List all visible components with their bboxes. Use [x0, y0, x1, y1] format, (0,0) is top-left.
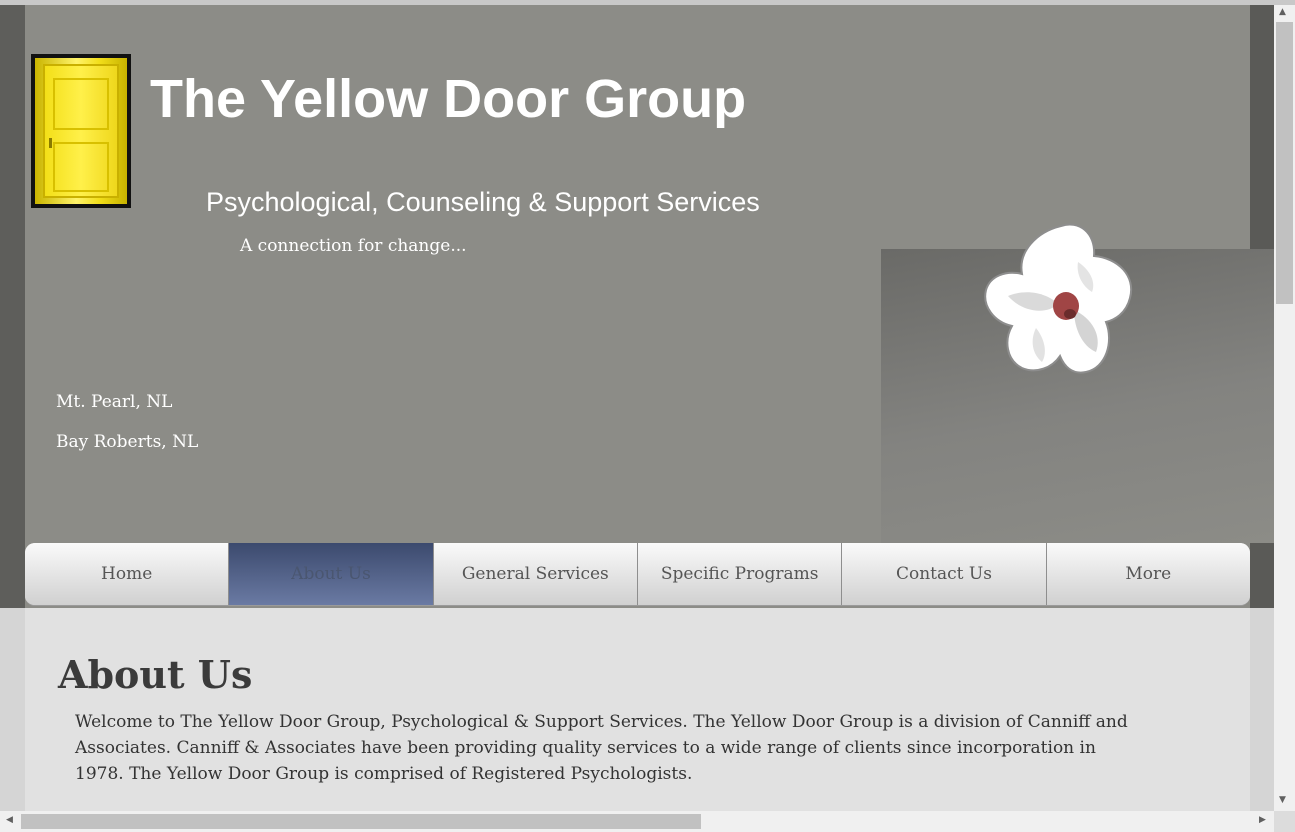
nav-about-us[interactable]: About Us [229, 543, 434, 605]
about-paragraph: Welcome to The Yellow Door Group, Psycho… [75, 712, 1128, 784]
arrow-left-icon[interactable]: ◀ [6, 815, 13, 825]
door-frame [35, 58, 127, 204]
door-knob [49, 138, 52, 148]
arrow-up-icon[interactable]: ▲ [1279, 7, 1286, 17]
nav-contact-us[interactable]: Contact Us [842, 543, 1047, 605]
vertical-scroll-thumb[interactable] [1276, 22, 1293, 304]
site-subtitle: Psychological, Counseling & Support Serv… [206, 187, 760, 217]
horizontal-scroll-thumb[interactable] [21, 814, 701, 829]
site-title[interactable]: The Yellow Door Group [150, 68, 746, 130]
location-mt-pearl: Mt. Pearl, NL [56, 392, 173, 412]
scrollbar-corner [1274, 811, 1295, 832]
arrow-right-icon[interactable]: ▶ [1259, 815, 1266, 825]
main-nav: Home About Us General Services Specific … [25, 543, 1250, 606]
site-tagline: A connection for change... [240, 236, 467, 256]
nav-home[interactable]: Home [25, 543, 230, 605]
nav-general-services[interactable]: General Services [433, 543, 638, 605]
door-panel [43, 64, 119, 198]
page-title: About Us [58, 652, 253, 697]
arrow-down-icon[interactable]: ▼ [1279, 795, 1286, 805]
white-flower-image [984, 223, 1133, 374]
location-bay-roberts: Bay Roberts, NL [56, 432, 199, 452]
door-lower-panel [53, 142, 109, 192]
door-upper-panel [53, 78, 109, 130]
yellow-door-icon[interactable] [31, 54, 131, 208]
nav-specific-programs[interactable]: Specific Programs [637, 543, 843, 605]
nav-more[interactable]: More [1046, 543, 1250, 605]
